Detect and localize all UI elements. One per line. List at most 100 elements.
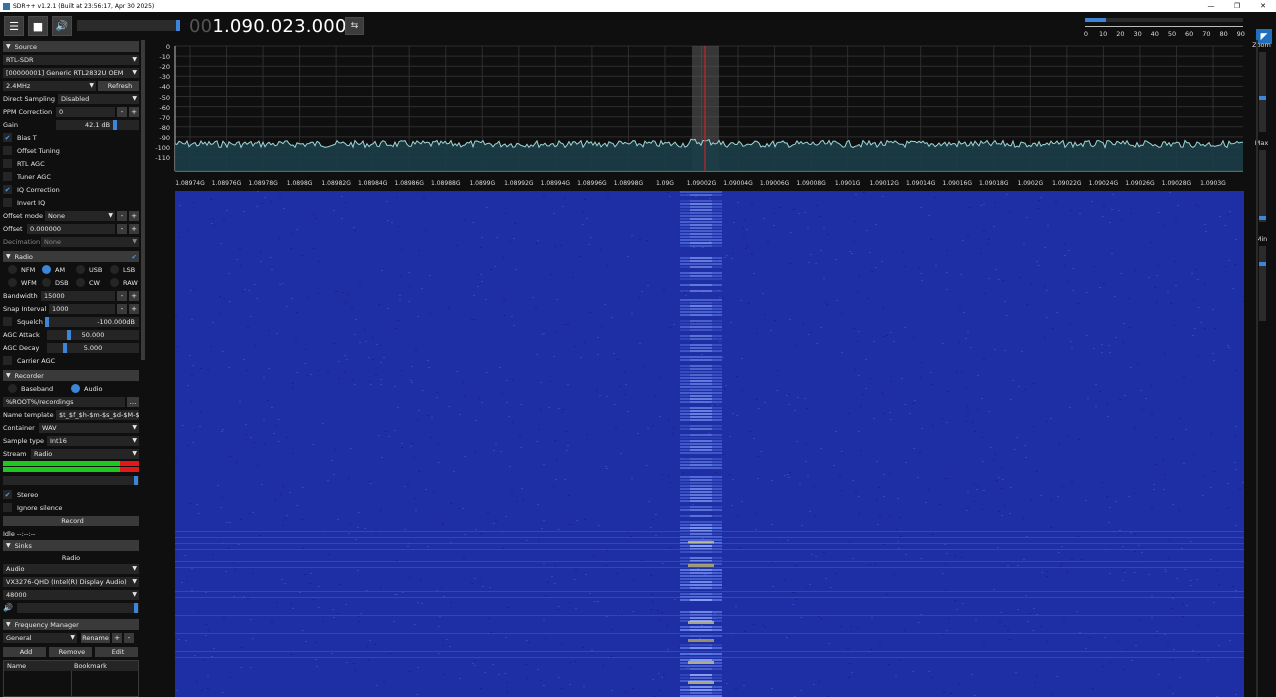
waterfall-noise xyxy=(1091,201,1093,202)
waterfall-noise xyxy=(920,377,922,378)
fft-x-label: 1.09022G xyxy=(1052,180,1082,187)
waterfall-noise xyxy=(443,674,445,675)
waterfall[interactable] xyxy=(175,191,1244,697)
waterfall-noise xyxy=(1050,527,1052,528)
waterfall-noise xyxy=(977,375,979,376)
waterfall-noise xyxy=(1133,427,1135,428)
waterfall-noise xyxy=(417,316,419,317)
waterfall-noise xyxy=(792,592,794,593)
waterfall-noise xyxy=(397,407,399,408)
signal-trace xyxy=(690,314,712,316)
waterfall-noise xyxy=(318,586,320,587)
waterfall-noise xyxy=(421,603,423,604)
waterfall-noise xyxy=(516,501,518,502)
waterfall-noise xyxy=(1183,376,1185,377)
signal-trace xyxy=(690,200,712,202)
waterfall-noise xyxy=(536,354,538,355)
waterfall-noise xyxy=(815,263,817,264)
waterfall-noise xyxy=(708,433,710,434)
waterfall-noise xyxy=(1032,630,1034,631)
waterfall-noise xyxy=(222,429,224,430)
waterfall-noise xyxy=(776,390,778,391)
waterfall-noise xyxy=(988,411,990,412)
waterfall-noise xyxy=(191,375,193,376)
signal-trace xyxy=(690,191,712,193)
waterfall-noise xyxy=(178,237,180,238)
waterfall-noise xyxy=(998,511,1000,512)
waterfall-noise xyxy=(1086,292,1088,293)
waterfall-noise xyxy=(1014,449,1016,450)
waterfall-noise xyxy=(947,478,949,479)
waterfall-noise xyxy=(575,569,577,570)
waterfall-noise xyxy=(641,560,643,561)
waterfall-noise xyxy=(282,486,284,487)
waterfall-noise xyxy=(900,536,902,537)
waterfall-noise xyxy=(732,253,734,254)
waterfall-noise xyxy=(787,474,789,475)
waterfall-noise xyxy=(788,394,790,395)
waterfall-noise xyxy=(909,413,911,414)
waterfall-noise xyxy=(551,576,553,577)
signal-trace xyxy=(690,383,712,385)
waterfall-noise xyxy=(482,586,484,587)
waterfall-noise xyxy=(357,527,359,528)
signal-trace xyxy=(690,215,712,217)
waterfall-noise xyxy=(805,461,807,462)
signal-trace xyxy=(690,380,712,382)
waterfall-noise xyxy=(1095,384,1097,385)
signal-trace xyxy=(690,437,712,439)
waterfall-noise xyxy=(543,464,545,465)
waterfall-noise xyxy=(568,495,570,496)
waterfall-noise xyxy=(1068,250,1070,251)
zoom-slider[interactable] xyxy=(1259,52,1266,132)
waterfall-noise xyxy=(196,681,198,682)
waterfall-noise xyxy=(1027,621,1029,622)
waterfall-noise xyxy=(1204,328,1206,329)
waterfall-noise xyxy=(318,261,320,262)
waterfall-noise xyxy=(418,250,420,251)
waterfall-noise xyxy=(971,674,973,675)
waterfall-noise xyxy=(370,384,372,385)
waterfall-noise xyxy=(450,542,452,543)
waterfall-noise xyxy=(946,250,948,251)
waterfall-noise xyxy=(416,694,418,695)
waterfall-noise xyxy=(558,529,560,530)
waterfall-noise xyxy=(773,225,775,226)
waterfall-noise xyxy=(1190,541,1192,542)
waterfall-noise xyxy=(920,207,922,208)
waterfall-noise xyxy=(526,640,528,641)
waterfall-noise xyxy=(1052,328,1054,329)
waterfall-noise xyxy=(1186,605,1188,606)
waterfall-noise xyxy=(1044,247,1046,248)
waterfall-noise xyxy=(605,466,607,467)
waterfall-noise xyxy=(1139,620,1141,621)
waterfall-noise xyxy=(804,212,806,213)
waterfall-noise xyxy=(753,273,755,274)
waterfall-noise xyxy=(327,480,329,481)
waterfall-noise xyxy=(565,431,567,432)
waterfall-noise xyxy=(442,524,444,525)
waterfall-noise xyxy=(194,655,196,656)
signal-trace xyxy=(690,524,712,526)
min-slider[interactable] xyxy=(1259,246,1266,321)
waterfall-noise xyxy=(401,447,403,448)
waterfall-noise xyxy=(370,483,372,484)
waterfall-noise xyxy=(611,317,613,318)
min-slider-knob[interactable] xyxy=(1259,262,1266,266)
waterfall-noise xyxy=(178,639,180,640)
waterfall-noise xyxy=(773,213,775,214)
waterfall-noise xyxy=(1107,416,1109,417)
signal-trace xyxy=(690,446,712,448)
max-slider-knob[interactable] xyxy=(1259,216,1266,220)
waterfall-noise xyxy=(755,529,757,530)
zoom-slider-knob[interactable] xyxy=(1259,96,1266,100)
waterfall-noise xyxy=(981,437,983,438)
waterfall-noise xyxy=(980,205,982,206)
waterfall-noise xyxy=(494,266,496,267)
signal-trace xyxy=(690,401,712,403)
waterfall-noise xyxy=(259,535,261,536)
waterfall-noise xyxy=(646,465,648,466)
signal-trace xyxy=(690,497,712,499)
waterfall-noise xyxy=(967,331,969,332)
max-slider[interactable] xyxy=(1259,150,1266,222)
